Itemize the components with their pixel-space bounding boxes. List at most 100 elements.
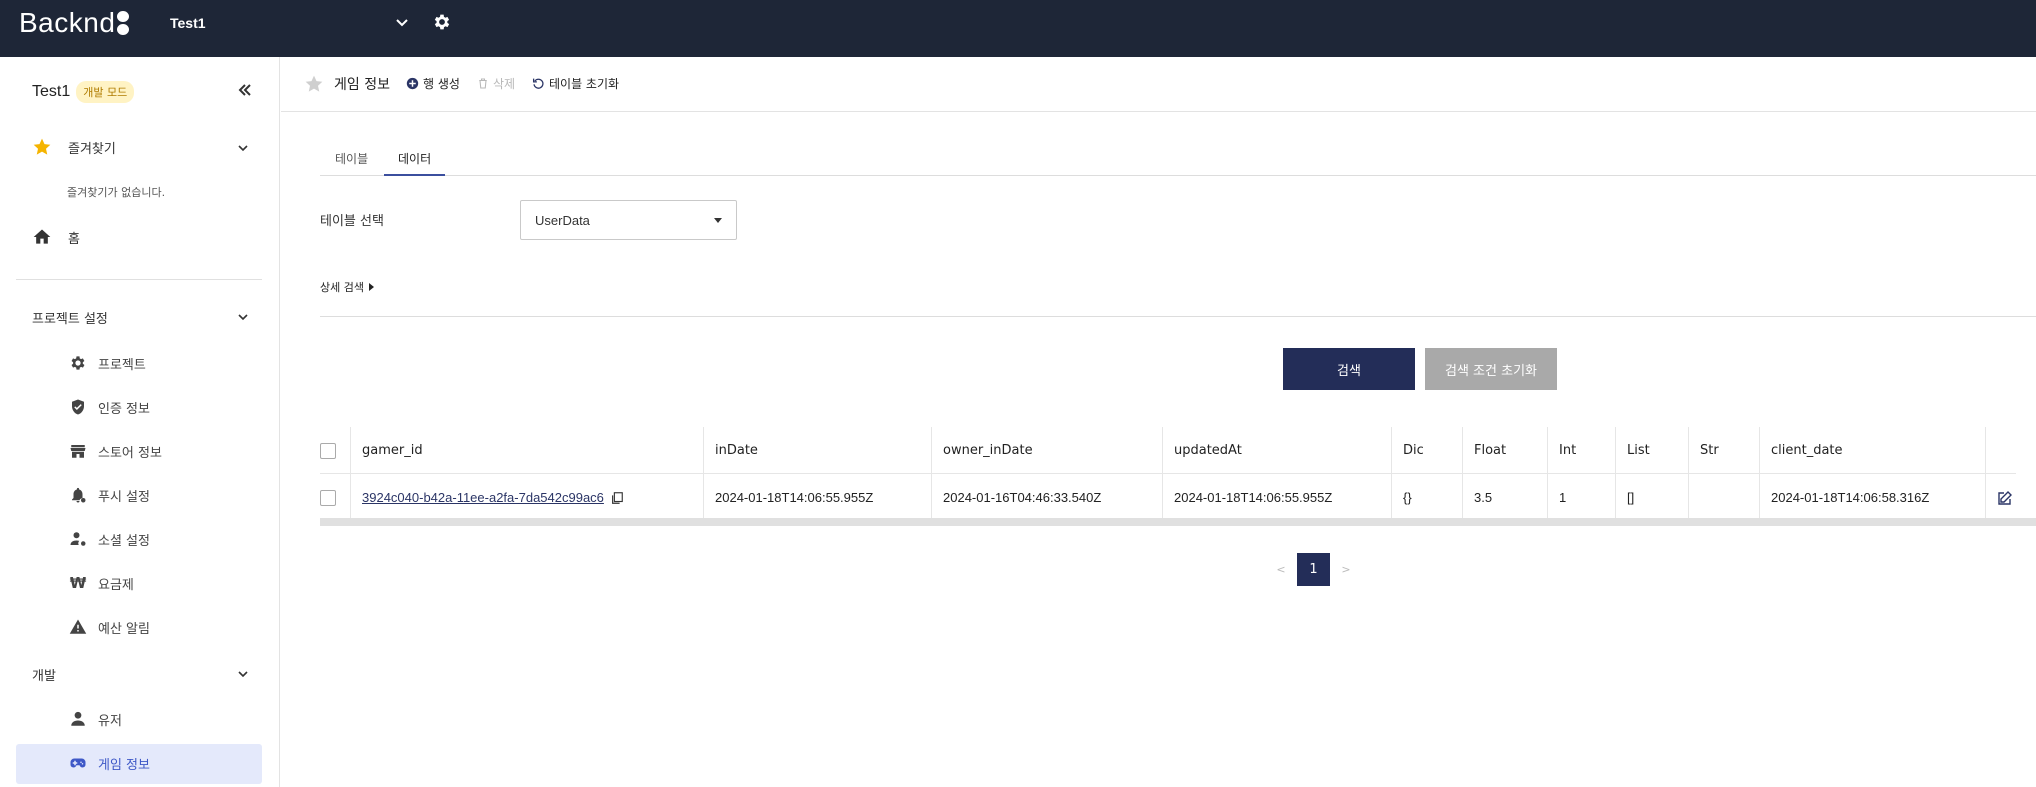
cell-owner-indate: 2024-01-16T04:46:33.540Z	[943, 490, 1102, 505]
divider	[320, 316, 2036, 317]
edit-cell	[1997, 474, 2013, 521]
tab-bar: 테이블 데이터	[320, 140, 2036, 176]
project-selector-label: Test1	[170, 15, 206, 31]
page-title: 게임 정보	[334, 77, 390, 93]
sidebar-item-favorites[interactable]: 즐겨찾기	[32, 137, 116, 157]
tab-data[interactable]: 데이터	[384, 150, 446, 176]
row-select-cell	[320, 474, 350, 521]
sidebar-item-project[interactable]: 프로젝트	[68, 353, 146, 373]
delete-button[interactable]: 삭제	[477, 75, 515, 92]
won-icon: ₩	[69, 574, 87, 592]
gamer-id-link[interactable]: 3924c040-b42a-11ee-a2fa-7da542c99ac6	[362, 490, 604, 505]
sidebar-item-budget[interactable]: 예산 알림	[68, 617, 150, 637]
sidebar-item-label: 요금제	[98, 577, 134, 593]
cell-int: 1	[1559, 490, 1567, 505]
column-header[interactable]: Float	[1474, 427, 1506, 474]
column-header[interactable]: updatedAt	[1174, 427, 1242, 474]
cell-indate: 2024-01-18T14:06:55.955Z	[715, 490, 874, 505]
sidebar: Test1 개발 모드 즐겨찾기 즐겨찾기가 없습니다. 홈 프로젝트 설정 프…	[0, 57, 280, 787]
user-icon	[68, 709, 88, 729]
backnd-logo[interactable]: Backnd	[19, 7, 130, 38]
sidebar-item-label: 푸시 설정	[98, 489, 150, 505]
sidebar-project-title: Test1	[32, 83, 71, 100]
column-header[interactable]: Str	[1700, 427, 1719, 474]
chevron-down-icon[interactable]	[236, 141, 250, 155]
favorites-empty-text: 즐겨찾기가 없습니다.	[67, 186, 166, 199]
sidebar-item-label: 인증 정보	[98, 401, 150, 417]
column-header[interactable]: inDate	[715, 427, 758, 474]
warning-icon	[68, 617, 88, 637]
reset-conditions-button[interactable]: 검색 조건 초기화	[1425, 348, 1557, 390]
sidebar-group-dev[interactable]: 개발	[32, 665, 56, 684]
sidebar-divider	[16, 279, 262, 280]
sidebar-item-game-info[interactable]: 게임 정보	[68, 753, 150, 773]
table-select[interactable]: UserData	[520, 200, 737, 240]
sidebar-item-label: 예산 알림	[98, 621, 150, 637]
data-table: gamer_id inDate owner_inDate updatedAt D…	[320, 427, 2016, 521]
next-page-button[interactable]: >	[1335, 563, 1357, 576]
horizontal-scrollbar[interactable]	[320, 518, 2036, 526]
sidebar-group-project-settings[interactable]: 프로젝트 설정	[32, 308, 108, 327]
select-all-checkbox[interactable]	[320, 442, 336, 459]
search-button[interactable]: 검색	[1283, 348, 1415, 390]
chevron-down-icon[interactable]	[236, 310, 250, 324]
table-row[interactable]: 3924c040-b42a-11ee-a2fa-7da542c99ac6 202…	[320, 474, 2016, 521]
column-header[interactable]: List	[1627, 427, 1650, 474]
column-header[interactable]: gamer_id	[362, 427, 423, 474]
sidebar-item-label: 스토어 정보	[98, 445, 162, 461]
reset-table-button[interactable]: 테이블 초기화	[532, 75, 619, 92]
cell-list: []	[1627, 490, 1635, 505]
dev-mode-badge: 개발 모드	[76, 81, 135, 103]
sidebar-item-auth[interactable]: 인증 정보	[68, 397, 150, 417]
column-header[interactable]: Dic	[1403, 427, 1424, 474]
sidebar-item-users[interactable]: 유저	[68, 709, 122, 729]
reset-table-label: 테이블 초기화	[549, 77, 620, 91]
advanced-search-toggle[interactable]: 상세 검색	[320, 279, 374, 295]
store-icon	[68, 441, 88, 461]
copy-icon[interactable]	[610, 491, 624, 505]
project-selector[interactable]: Test1	[170, 12, 410, 34]
shield-check-icon	[68, 397, 88, 417]
cell-updatedat: 2024-01-18T14:06:55.955Z	[1174, 490, 1333, 505]
gear-icon[interactable]	[432, 12, 452, 32]
cell-client-date: 2024-01-18T14:06:58.316Z	[1771, 490, 1930, 505]
edit-icon[interactable]	[1997, 490, 2013, 506]
bell-gear-icon	[68, 485, 88, 505]
sidebar-item-label: 프로젝트	[98, 357, 146, 373]
add-row-label: 행 생성	[423, 77, 460, 91]
sidebar-item-label: 즐겨찾기	[68, 141, 116, 157]
add-row-button[interactable]: 행 생성	[406, 75, 460, 92]
column-header[interactable]: Int	[1559, 427, 1576, 474]
caret-right-icon	[368, 283, 374, 291]
column-header[interactable]: client_date	[1771, 427, 1843, 474]
star-icon[interactable]	[304, 74, 324, 94]
sidebar-item-store[interactable]: 스토어 정보	[68, 441, 162, 461]
sidebar-item-home[interactable]: 홈	[32, 227, 80, 247]
prev-page-button[interactable]: <	[1270, 563, 1292, 576]
cell-dic: {}	[1403, 490, 1412, 505]
sidebar-group-label: 프로젝트 설정	[32, 312, 108, 327]
chevron-down-icon[interactable]	[236, 667, 250, 681]
home-icon	[32, 227, 52, 247]
sidebar-item-label: 소셜 설정	[98, 533, 150, 549]
caret-down-icon	[714, 218, 722, 223]
sidebar-item-pricing[interactable]: ₩ 요금제	[68, 573, 134, 593]
user-gear-icon	[68, 529, 88, 549]
logo-mark-icon	[117, 11, 130, 35]
collapse-sidebar-icon[interactable]	[236, 81, 254, 99]
row-checkbox[interactable]	[320, 489, 336, 506]
sidebar-item-push[interactable]: 푸시 설정	[68, 485, 150, 505]
sidebar-item-social[interactable]: 소셜 설정	[68, 529, 150, 549]
star-icon	[32, 137, 52, 157]
tab-table[interactable]: 테이블	[335, 150, 368, 176]
chevron-down-icon	[396, 19, 408, 27]
sidebar-header: Test1 개발 모드	[32, 81, 135, 103]
sidebar-item-label: 홈	[68, 231, 80, 247]
column-header[interactable]: owner_inDate	[943, 427, 1033, 474]
page-number-button[interactable]: 1	[1297, 553, 1330, 586]
sidebar-group-label: 개발	[32, 669, 56, 684]
gamepad-icon	[68, 753, 88, 773]
sidebar-item-label: 유저	[98, 713, 122, 729]
cell-float: 3.5	[1474, 490, 1493, 505]
table-header-row: gamer_id inDate owner_inDate updatedAt D…	[320, 427, 2016, 474]
